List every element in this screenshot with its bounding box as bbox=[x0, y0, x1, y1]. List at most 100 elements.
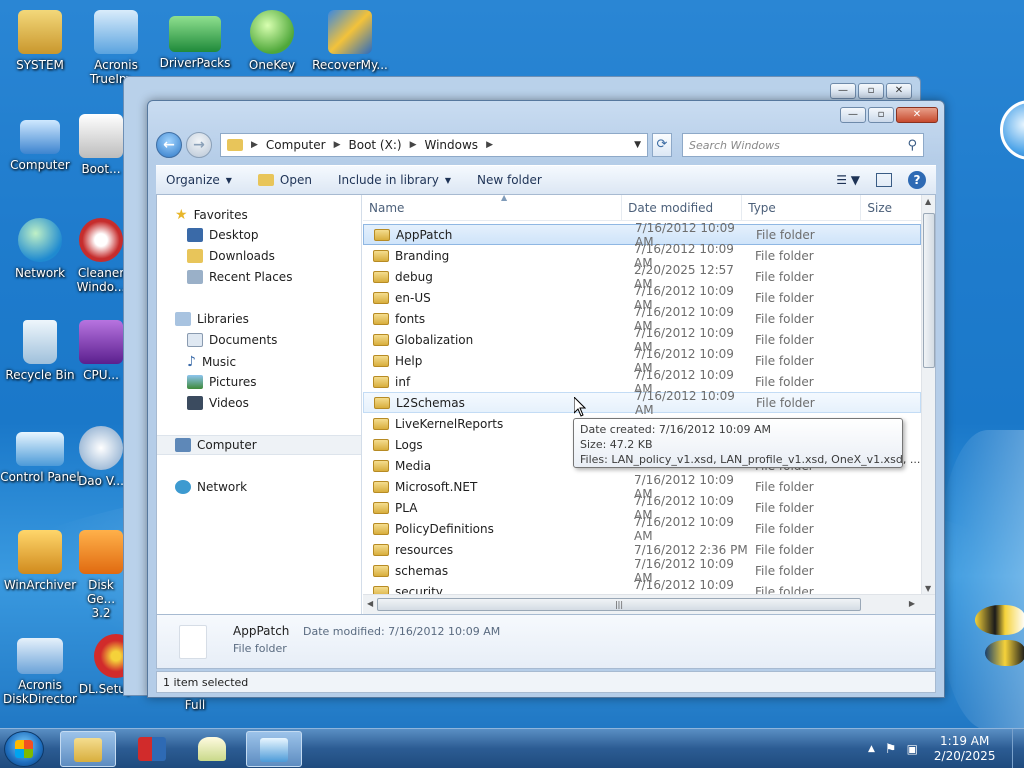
include-in-library-button[interactable]: Include in library ▼ bbox=[338, 173, 451, 187]
desktop-icon-network[interactable]: Network bbox=[0, 218, 80, 280]
column-date-modified[interactable]: Date modified bbox=[622, 195, 743, 220]
fish-decoration bbox=[975, 605, 1024, 635]
nav-pictures[interactable]: Pictures bbox=[187, 375, 257, 389]
desktop-wallpaper-highlight bbox=[940, 430, 1024, 730]
taskbar-app-onekey[interactable] bbox=[184, 731, 240, 767]
desktop-icon-boot[interactable]: Boot... bbox=[76, 114, 126, 176]
search-icon[interactable]: ⚲ bbox=[907, 138, 917, 153]
file-row[interactable]: L2Schemas 7/16/2012 10:09 AM File folder bbox=[363, 389, 921, 417]
desktop-icon-dao-v[interactable]: Dao V... bbox=[76, 426, 126, 488]
forward-button[interactable]: → bbox=[186, 132, 212, 158]
nav-music[interactable]: ♪ Music bbox=[187, 354, 236, 370]
file-type: File folder bbox=[755, 353, 814, 368]
vertical-scrollbar[interactable]: ▲ ▼ bbox=[921, 195, 935, 595]
desktop-icon-recycle-bin[interactable]: Recycle Bin bbox=[0, 320, 80, 382]
acronis-icon bbox=[94, 10, 138, 54]
folder-icon bbox=[374, 228, 390, 241]
maximize-button[interactable]: ▫ bbox=[868, 107, 894, 123]
desktop-icon-full[interactable]: Full bbox=[155, 698, 235, 712]
close-button[interactable]: ✕ bbox=[896, 107, 938, 123]
refresh-button[interactable]: ⟳ bbox=[652, 133, 672, 157]
taskbar-app-control[interactable] bbox=[246, 731, 302, 767]
file-name: Globalization bbox=[395, 332, 474, 347]
show-hidden-icons-icon[interactable]: ▲ bbox=[868, 744, 875, 754]
desktop-icon-cleaner[interactable]: Cleaner Windo... bbox=[76, 218, 126, 294]
vertical-scroll-thumb[interactable] bbox=[923, 213, 935, 368]
action-center-flag-icon[interactable]: ⚑ bbox=[885, 742, 897, 757]
file-date-modified: 7/16/2012 2:36 PM bbox=[634, 542, 748, 557]
help-icon[interactable]: ? bbox=[908, 171, 926, 189]
recycle-bin-icon bbox=[23, 320, 57, 364]
minimize-button[interactable]: — bbox=[830, 83, 856, 99]
desktop-globe-decoration bbox=[1000, 100, 1024, 160]
breadcrumb-separator-icon[interactable]: ▶ bbox=[251, 140, 258, 150]
view-options-icon[interactable]: ☰ ▼ bbox=[836, 173, 860, 187]
file-row[interactable]: PolicyDefinitions 7/16/2012 10:09 AM File … bbox=[363, 515, 921, 543]
nav-recent-places[interactable]: Recent Places bbox=[187, 270, 292, 284]
breadcrumb-separator-icon[interactable]: ▶ bbox=[486, 140, 493, 150]
scroll-left-icon[interactable]: ◀ bbox=[367, 599, 373, 608]
desktop-icon-recovermy[interactable]: RecoverMy... bbox=[310, 10, 390, 72]
preview-pane-icon[interactable] bbox=[876, 173, 892, 187]
column-type[interactable]: Type bbox=[742, 195, 862, 220]
address-dropdown-icon[interactable]: ▼ bbox=[634, 140, 641, 150]
mouse-cursor-icon bbox=[573, 395, 587, 417]
breadcrumb-boot-drive[interactable]: Boot (X:) bbox=[349, 138, 402, 152]
desktop-icon-disk-genius[interactable]: Disk Ge... 3.2 bbox=[76, 530, 126, 620]
column-size[interactable]: Size bbox=[861, 195, 921, 220]
close-button[interactable]: ✕ bbox=[886, 83, 912, 99]
taskbar-app-unikey[interactable] bbox=[124, 731, 180, 767]
desktop-icon-winarchiver[interactable]: WinArchiver bbox=[0, 530, 80, 592]
scroll-right-icon[interactable]: ▶ bbox=[909, 599, 915, 608]
search-input[interactable]: Search Windows ⚲ bbox=[682, 133, 924, 157]
desktop-icon-cpu[interactable]: CPU... bbox=[76, 320, 126, 382]
scroll-up-icon[interactable]: ▲ bbox=[925, 197, 931, 206]
nav-favorites[interactable]: ★ Favorites bbox=[175, 207, 248, 223]
desktop-icon-control-panel[interactable]: Control Panel bbox=[0, 426, 80, 484]
column-name[interactable]: Name bbox=[363, 195, 623, 220]
nav-desktop[interactable]: Desktop bbox=[187, 228, 259, 242]
file-name: inf bbox=[395, 374, 411, 389]
horizontal-scrollbar[interactable]: ◀ ||| ▶ bbox=[363, 594, 935, 614]
network-status-icon[interactable]: ▣ bbox=[907, 742, 918, 756]
file-list: AppPatch 7/16/2012 10:09 AM File folder Bra… bbox=[363, 221, 921, 606]
desktop-icon-system[interactable]: SYSTEM bbox=[0, 10, 80, 72]
start-button[interactable] bbox=[4, 731, 44, 767]
status-bar: 1 item selected bbox=[156, 671, 936, 693]
scroll-down-icon[interactable]: ▼ bbox=[925, 584, 931, 593]
desktop-icon-acronis-diskdirector[interactable]: Acronis DiskDirector bbox=[0, 634, 80, 706]
back-button[interactable]: ← bbox=[156, 132, 182, 158]
desktop-icon-acronis-trueimage[interactable]: Acronis TrueIm... bbox=[76, 10, 156, 86]
show-desktop-button[interactable] bbox=[1012, 729, 1024, 768]
breadcrumb-windows[interactable]: Windows bbox=[424, 138, 478, 152]
breadcrumb-separator-icon[interactable]: ▶ bbox=[410, 140, 417, 150]
horizontal-scroll-thumb[interactable]: ||| bbox=[377, 598, 861, 611]
nav-libraries[interactable]: Libraries bbox=[175, 312, 249, 326]
nav-downloads[interactable]: Downloads bbox=[187, 249, 275, 263]
window-controls: — ▫ ✕ bbox=[830, 83, 912, 99]
file-name: Help bbox=[395, 353, 423, 368]
details-name: AppPatch bbox=[233, 624, 290, 638]
recent-places-icon bbox=[187, 270, 203, 284]
open-button[interactable]: Open bbox=[257, 173, 312, 187]
nav-documents[interactable]: Documents bbox=[187, 333, 277, 347]
nav-network[interactable]: Network bbox=[175, 480, 247, 494]
folder-icon bbox=[373, 354, 389, 367]
maximize-button[interactable]: ▫ bbox=[858, 83, 884, 99]
organize-button[interactable]: Organize ▼ bbox=[166, 173, 232, 187]
minimize-button[interactable]: — bbox=[840, 107, 866, 123]
nav-computer[interactable]: Computer bbox=[157, 435, 361, 455]
onekey-icon bbox=[250, 10, 294, 54]
breadcrumb-computer[interactable]: Computer bbox=[266, 138, 326, 152]
desktop-icon-onekey[interactable]: OneKey bbox=[232, 10, 312, 72]
system-clock[interactable]: 1:19 AM 2/20/2025 bbox=[934, 734, 996, 764]
nav-videos[interactable]: Videos bbox=[187, 396, 249, 410]
desktop-icon-computer[interactable]: Computer bbox=[0, 114, 80, 172]
breadcrumb-separator-icon[interactable]: ▶ bbox=[334, 140, 341, 150]
new-folder-button[interactable]: New folder bbox=[477, 173, 542, 187]
disk-director-icon bbox=[17, 638, 63, 674]
address-bar[interactable]: ▶ Computer ▶ Boot (X:) ▶ Windows ▶ ▼ bbox=[220, 133, 648, 157]
taskbar-explorer[interactable] bbox=[60, 731, 116, 767]
videos-icon bbox=[187, 396, 203, 410]
desktop-icon-driverpacks[interactable]: DriverPacks bbox=[155, 10, 235, 70]
